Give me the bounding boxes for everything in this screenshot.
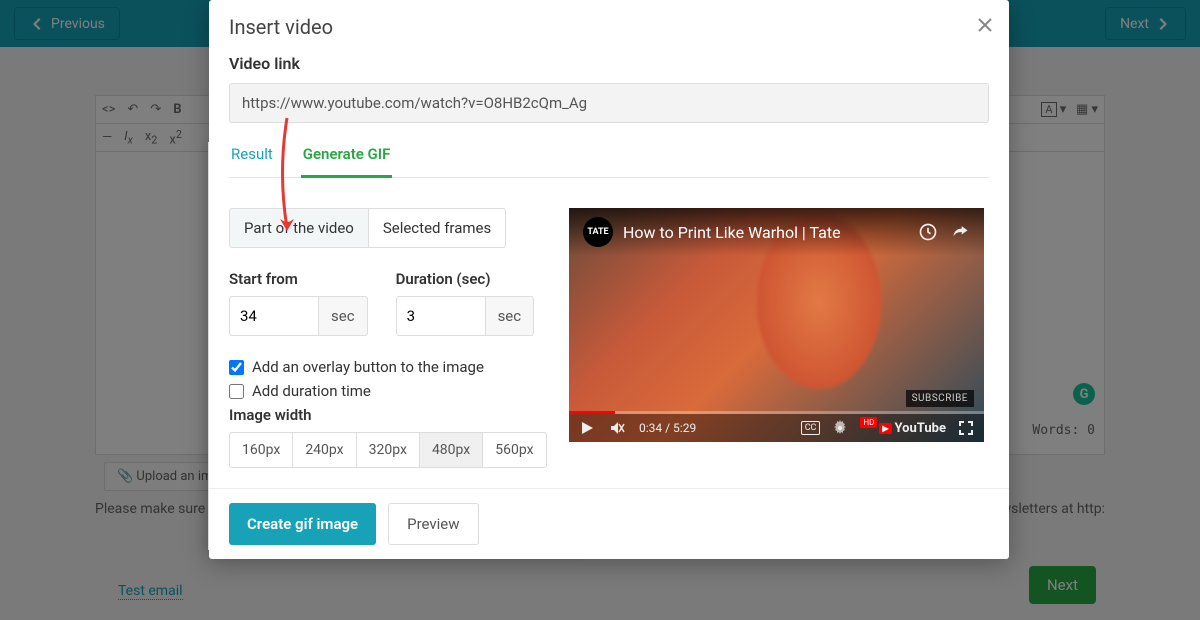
image-width-toggle: 160px 240px 320px 480px 560px [229,432,539,468]
iw-320[interactable]: 320px [357,432,420,468]
start-from-label: Start from [229,270,368,288]
youtube-logo[interactable]: ▶ YouTube [879,421,946,436]
preview-button[interactable]: Preview [388,503,478,545]
video-title: How to Print Like Warhol | Tate [623,223,841,242]
iw-160[interactable]: 160px [229,432,293,468]
tab-bar: Result Generate GIF [229,145,989,178]
play-icon[interactable] [579,420,595,436]
video-top-bar: TATE How to Print Like Warhol | Tate [569,208,984,256]
subscribe-badge[interactable]: SUBSCRIBE [906,390,974,407]
channel-logo[interactable]: TATE [583,217,613,247]
seg-selected-frames[interactable]: Selected frames [369,208,506,248]
image-width-label: Image width [229,406,539,424]
fullscreen-icon[interactable] [958,420,974,436]
video-link-label: Video link [229,54,989,73]
duration-label: Duration (sec) [396,270,535,288]
create-gif-button[interactable]: Create gif image [229,503,376,545]
overlay-checkbox-label: Add an overlay button to the image [252,358,484,376]
segment-mode-toggle: Part of the video Selected frames [229,208,539,248]
watch-later-icon[interactable] [918,222,938,242]
iw-240[interactable]: 240px [293,432,356,468]
settings-icon[interactable] [832,420,848,436]
cc-icon[interactable]: CC [801,421,821,435]
start-from-field: Start from sec [229,270,368,336]
duration-checkbox[interactable] [229,384,244,399]
youtube-play-icon: ▶ [879,423,891,434]
modal-title: Insert video [209,0,1009,54]
overlay-checkbox[interactable] [229,360,244,375]
mute-icon[interactable] [609,420,625,436]
share-icon[interactable] [950,222,970,242]
seg-part-of-video[interactable]: Part of the video [229,208,369,248]
gif-settings-panel: Part of the video Selected frames Start … [229,208,539,468]
modal-footer: Create gif image Preview [209,488,1009,559]
video-preview[interactable]: TATE How to Print Like Warhol | Tate SUB… [569,208,984,442]
hd-badge: HD [860,417,877,428]
video-time: 0:34 / 5:29 [639,421,696,435]
overlay-checkbox-row[interactable]: Add an overlay button to the image [229,358,539,376]
insert-video-modal: Insert video Video link Result Generate … [209,0,1009,559]
duration-checkbox-row[interactable]: Add duration time [229,382,539,400]
duration-input[interactable] [396,296,486,336]
start-unit: sec [319,296,368,336]
duration-checkbox-label: Add duration time [252,382,371,400]
close-icon [977,17,993,33]
iw-480[interactable]: 480px [420,432,483,468]
duration-field: Duration (sec) sec [396,270,535,336]
tab-result[interactable]: Result [229,145,275,177]
tab-generate-gif[interactable]: Generate GIF [301,145,393,178]
modal-close-button[interactable] [977,14,993,38]
iw-560[interactable]: 560px [483,432,546,468]
video-link-input[interactable] [229,83,989,123]
start-from-input[interactable] [229,296,319,336]
duration-unit: sec [486,296,535,336]
video-controls: 0:34 / 5:29 CC HD ▶ YouTube [569,414,984,442]
